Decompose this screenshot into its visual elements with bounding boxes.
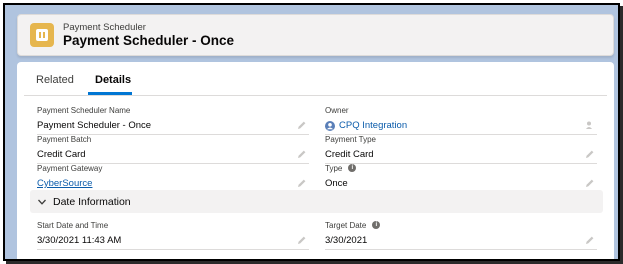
pencil-icon[interactable]	[297, 149, 307, 159]
field-payment-batch: Payment Batch Credit Card	[37, 134, 309, 164]
field-start-date-time: Start Date and Time 3/30/2021 11:43 AM	[37, 220, 309, 250]
field-label: Owner	[325, 105, 349, 115]
pencil-icon[interactable]	[297, 178, 307, 188]
section-date-information[interactable]: Date Information	[30, 190, 603, 213]
details-card: Related Details Payment Scheduler Name P…	[17, 62, 614, 259]
field-label: Payment Type	[325, 134, 376, 144]
section-title: Date Information	[53, 195, 131, 208]
tab-details[interactable]: Details	[95, 74, 131, 86]
field-label: Target Date	[325, 220, 367, 230]
tab-related[interactable]: Related	[36, 74, 74, 86]
field-value: Payment Scheduler - Once	[37, 120, 152, 131]
field-label: Type	[325, 163, 343, 173]
pencil-icon[interactable]	[585, 149, 595, 159]
pencil-icon[interactable]	[297, 120, 307, 130]
tabs-divider	[24, 95, 607, 96]
field-payment-type: Payment Type Credit Card	[325, 134, 597, 164]
field-payment-scheduler-name: Payment Scheduler Name Payment Scheduler…	[37, 105, 309, 135]
field-payment-gateway: Payment Gateway CyberSource	[37, 163, 309, 193]
info-icon[interactable]: i	[348, 164, 357, 172]
field-label: Payment Scheduler Name	[37, 105, 131, 115]
field-label: Start Date and Time	[37, 220, 109, 230]
pencil-icon[interactable]	[585, 235, 595, 245]
field-value: Once	[325, 178, 348, 189]
field-label: Payment Gateway	[37, 163, 103, 173]
pencil-icon[interactable]	[297, 235, 307, 245]
chevron-down-icon	[38, 199, 46, 205]
change-owner-icon[interactable]	[585, 120, 595, 130]
field-type: Type i Once	[325, 163, 597, 193]
record-title: Payment Scheduler - Once	[63, 33, 235, 48]
field-value: Credit Card	[325, 149, 374, 160]
field-value: 3/30/2021 11:43 AM	[37, 235, 122, 246]
object-type-label: Payment Scheduler	[63, 22, 146, 33]
screenshot-frame: Payment Scheduler Payment Scheduler - On…	[3, 3, 620, 261]
info-icon[interactable]: i	[372, 221, 381, 229]
field-value: 3/30/2021	[325, 235, 368, 246]
pencil-icon[interactable]	[585, 178, 595, 188]
field-target-date: Target Date i 3/30/2021	[325, 220, 597, 250]
user-icon	[325, 120, 335, 131]
field-label: Payment Batch	[37, 134, 92, 144]
field-value: Credit Card	[37, 149, 86, 160]
gateway-link[interactable]: CyberSource	[37, 177, 309, 190]
owner-link[interactable]: CPQ Integration	[339, 120, 407, 131]
payment-scheduler-icon	[30, 23, 54, 47]
field-owner: Owner CPQ Integration	[325, 105, 597, 135]
record-header: Payment Scheduler Payment Scheduler - On…	[17, 14, 614, 56]
